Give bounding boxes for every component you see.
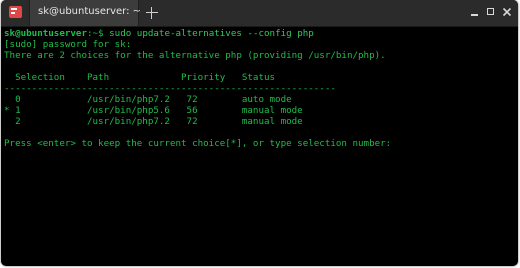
table-row: 2 /usr/bin/php7.2 72 manual mode (4, 116, 303, 127)
prompt-path: :~$ (86, 28, 110, 39)
maximize-icon[interactable] (486, 7, 496, 17)
prompt-line: sk@ubuntuserver:~$ sudo update-alternati… (4, 28, 314, 39)
title-bar: sk@ubuntuserver: ~ (1, 0, 518, 27)
table-row: 0 /usr/bin/php7.2 72 auto mode (4, 94, 292, 105)
terminal-icon (9, 6, 22, 18)
table-header: Selection Path Priority Status (4, 72, 276, 83)
table-row: * 1 /usr/bin/php5.6 56 manual mode (4, 105, 303, 116)
close-icon[interactable] (502, 7, 512, 17)
prompt-user: sk@ubuntuserver (4, 28, 87, 39)
minimize-icon[interactable] (470, 7, 480, 17)
selection-prompt: Press <enter> to keep the current choice… (4, 138, 397, 149)
plus-icon[interactable] (144, 5, 160, 21)
tab-terminal[interactable]: sk@ubuntuserver: ~ (29, 0, 142, 26)
tab-title: sk@ubuntuserver: ~ (38, 6, 142, 17)
terminal-output[interactable]: sk@ubuntuserver:~$ sudo update-alternati… (1, 26, 518, 266)
table-divider: ----------------------------------------… (4, 83, 336, 94)
terminal-window: sk@ubuntuserver: ~ sk@ubuntuserver:~$ su… (1, 0, 518, 266)
output-line: [sudo] password for sk: (4, 39, 132, 50)
output-line: There are 2 choices for the alternative … (4, 50, 386, 61)
command-text: sudo update-alternatives --config php (109, 28, 314, 39)
